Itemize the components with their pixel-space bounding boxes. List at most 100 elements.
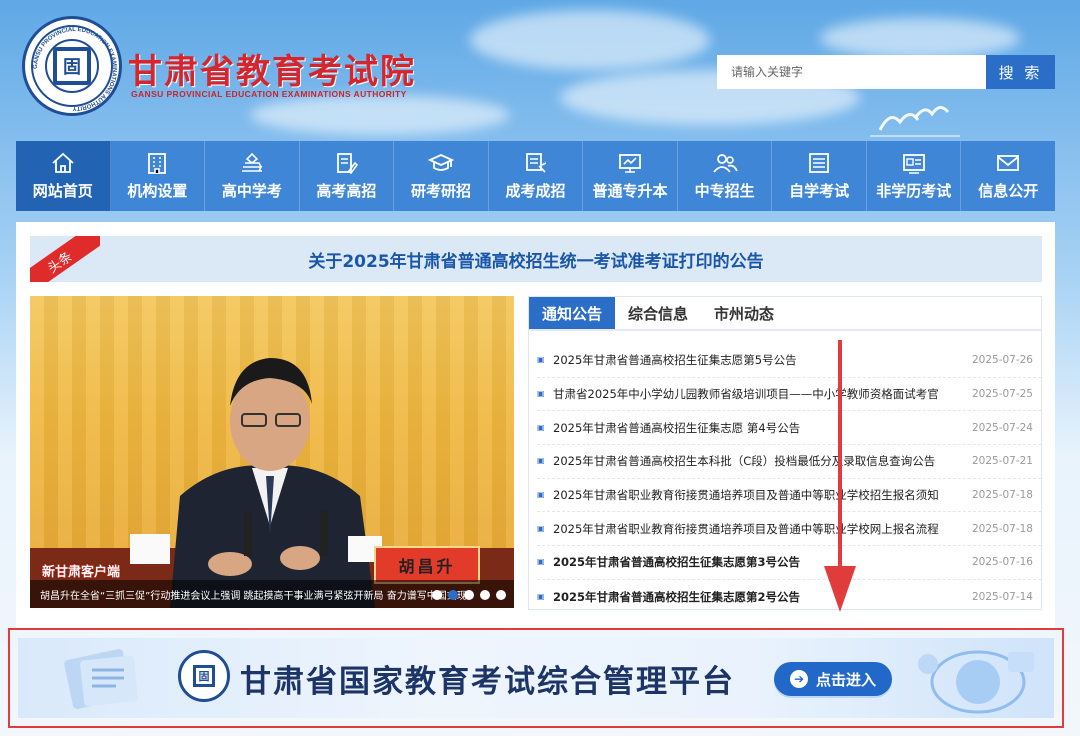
seal-core-icon: 固 [53, 47, 91, 85]
building-icon [148, 153, 167, 174]
globe-illustration-icon [918, 650, 1034, 714]
news-title[interactable]: 2025年甘肃省普通高校招生征集志愿第3号公告 [553, 554, 963, 570]
chalkboard-icon [525, 153, 546, 173]
nav-item-adult-exam[interactable]: 成考成招 [489, 141, 584, 211]
slide-dot[interactable] [480, 590, 490, 600]
tab-general-info[interactable]: 综合信息 [615, 297, 701, 329]
news-date: 2025-07-25 [971, 388, 1033, 401]
bullet-icon: ▣ [537, 456, 545, 466]
search-input[interactable] [717, 55, 987, 89]
nav-label: 普通专升本 [592, 182, 668, 200]
slide-dot[interactable] [432, 590, 442, 600]
search-box [717, 55, 987, 89]
news-item[interactable]: ▣ 2025年甘肃省普通高校招生征集志愿第2号公告 2025-07-14 [537, 580, 1041, 614]
nav-label: 自学考试 [789, 182, 850, 200]
nav-item-organization[interactable]: 机构设置 [111, 141, 206, 211]
news-date: 2025-07-18 [971, 489, 1033, 502]
news-slideshow[interactable]: 胡昌升 新甘肃客户端 胡昌升在全省“三抓三促”行动推进会议上强调 跳起摸高干事业… [30, 296, 514, 608]
nav-label: 非学历考试 [876, 182, 952, 200]
news-item[interactable]: ▣ 2025年甘肃省职业教育衔接贯通培养项目及普通中等职业学校网上报名流程 20… [537, 512, 1041, 547]
bullet-icon: ▣ [537, 557, 545, 567]
site-header: GANSU PROVINCIAL EDUCATION EXAMINATIONS … [0, 0, 1080, 140]
photo-watermark: 新甘肃客户端 [42, 565, 121, 580]
document-pen-icon [337, 153, 359, 175]
nav-item-vocational[interactable]: 中专招生 [678, 141, 773, 211]
slide-dot[interactable] [464, 590, 474, 600]
headline-ribbon: 头条 [30, 236, 100, 282]
news-date: 2025-07-21 [971, 455, 1033, 468]
bullet-icon: ▣ [537, 490, 545, 500]
headline-title[interactable]: 关于2025年甘肃省普通高校招生统一考试准考证打印的公告 [30, 236, 1042, 282]
news-date: 2025-07-14 [971, 590, 1033, 603]
nav-label: 网站首页 [32, 182, 93, 200]
arrow-down-icon [824, 340, 856, 612]
nav-item-upgrade-exam[interactable]: 普通专升本 [583, 141, 678, 211]
nav-item-gaokao[interactable]: 高考高招 [300, 141, 395, 211]
news-panel: 通知公告 综合信息 市州动态 ▣ 2025年甘肃省普通高校招生征集志愿第5号公告… [528, 296, 1042, 610]
news-date: 2025-07-26 [971, 354, 1033, 367]
main-nav: 网站首页 机构设置 高中学考 高考高招 研考研招 成考成招 普通专升本 中专招生… [16, 141, 1055, 211]
nav-item-non-degree[interactable]: 非学历考试 [867, 141, 962, 211]
enter-button-label: 点击进入 [815, 670, 876, 689]
tab-notices[interactable]: 通知公告 [529, 297, 616, 329]
slide-dot[interactable] [496, 590, 506, 600]
search-button[interactable]: 搜 索 [986, 55, 1055, 89]
book-stack-icon [241, 152, 263, 172]
monitor-board-icon [619, 154, 641, 173]
newspaper-icon [809, 153, 830, 173]
slide-dot[interactable] [448, 590, 458, 600]
headline-bar[interactable]: 关于2025年甘肃省普通高校招生统一考试准考证打印的公告 头条 [30, 236, 1042, 282]
banner-title: 甘肃省国家教育考试综合管理平台 [240, 664, 735, 700]
document-illustration-icon [64, 649, 138, 709]
id-card-icon [902, 154, 925, 174]
news-item[interactable]: ▣ 甘肃省2025年中小学幼儿园教师省级培训项目——中小学教师资格面试考官 20… [537, 378, 1041, 412]
nav-label: 机构设置 [127, 182, 188, 200]
news-title[interactable]: 2025年甘肃省普通高校招生征集志愿第2号公告 [553, 589, 963, 605]
enter-platform-button[interactable]: ➔ 点击进入 [774, 662, 892, 696]
nav-label: 高中学考 [221, 182, 282, 200]
arrow-right-icon: ➔ [789, 670, 808, 688]
site-title: 甘肃省教育考试院 [128, 52, 416, 92]
nav-label: 高考高招 [316, 182, 377, 200]
news-date: 2025-07-16 [971, 556, 1033, 569]
news-title[interactable]: 2025年甘肃省普通高校招生征集志愿 第4号公告 [553, 420, 963, 436]
news-title[interactable]: 2025年甘肃省普通高校招生征集志愿第5号公告 [553, 352, 963, 368]
news-title[interactable]: 2025年甘肃省普通高校招生本科批（C段）投档最低分及录取信息查询公告 [553, 453, 963, 469]
news-item[interactable]: ▣ 2025年甘肃省普通高校招生本科批（C段）投档最低分及录取信息查询公告 20… [537, 445, 1041, 479]
nav-item-home[interactable]: 网站首页 [16, 141, 111, 211]
news-title[interactable]: 2025年甘肃省职业教育衔接贯通培养项目及普通中等职业学校网上报名流程 [553, 521, 963, 537]
users-icon [712, 154, 738, 173]
nav-item-high-school-exam[interactable]: 高中学考 [205, 141, 300, 211]
banner-seal-core-icon: 固 [193, 665, 215, 687]
site-logo[interactable]: GANSU PROVINCIAL EDUCATION EXAMINATIONS … [22, 16, 122, 116]
news-date: 2025-07-24 [971, 421, 1033, 434]
main-content: 关于2025年甘肃省普通高校招生统一考试准考证打印的公告 头条 胡昌升 新甘肃客… [16, 222, 1055, 628]
banner-logo: 固 [178, 650, 230, 702]
exam-platform-banner[interactable]: 固 甘肃省国家教育考试综合管理平台 ➔ 点击进入 [18, 638, 1054, 718]
news-title[interactable]: 甘肃省2025年中小学幼儿园教师省级培训项目——中小学教师资格面试考官 [553, 386, 963, 402]
slideshow-dots [432, 590, 506, 600]
graduation-cap-icon [427, 154, 454, 171]
nav-item-self-study[interactable]: 自学考试 [772, 141, 867, 211]
news-tabs: 通知公告 综合信息 市州动态 [529, 297, 1041, 331]
news-list: ▣ 2025年甘肃省普通高校招生征集志愿第5号公告 2025-07-26 ▣ 甘… [529, 344, 1041, 614]
news-item[interactable]: ▣ 2025年甘肃省普通高校招生征集志愿第3号公告 2025-07-16 [537, 546, 1041, 580]
bullet-icon: ▣ [537, 389, 545, 399]
news-date: 2025-07-18 [971, 522, 1033, 535]
nav-label: 中专招生 [694, 182, 755, 200]
nav-item-postgraduate[interactable]: 研考研招 [394, 141, 489, 211]
nav-item-info-disclosure[interactable]: 信息公开 [961, 141, 1055, 211]
nav-label: 信息公开 [978, 182, 1039, 200]
news-item[interactable]: ▣ 2025年甘肃省普通高校招生征集志愿第5号公告 2025-07-26 [537, 344, 1041, 378]
bullet-icon: ▣ [537, 422, 545, 432]
news-item[interactable]: ▣ 2025年甘肃省普通高校招生征集志愿 第4号公告 2025-07-24 [537, 411, 1041, 446]
birds-decoration-icon [870, 106, 960, 137]
bullet-icon: ▣ [537, 355, 545, 365]
headline-tag: 头条 [30, 236, 100, 282]
news-title[interactable]: 2025年甘肃省职业教育衔接贯通培养项目及普通中等职业学校招生报名须知 [553, 487, 963, 503]
nav-label: 成考成招 [505, 182, 566, 200]
tab-city-news[interactable]: 市州动态 [701, 297, 787, 329]
home-icon [52, 152, 74, 173]
bullet-icon: ▣ [537, 523, 545, 533]
news-item[interactable]: ▣ 2025年甘肃省职业教育衔接贯通培养项目及普通中等职业学校招生报名须知 20… [537, 479, 1041, 513]
